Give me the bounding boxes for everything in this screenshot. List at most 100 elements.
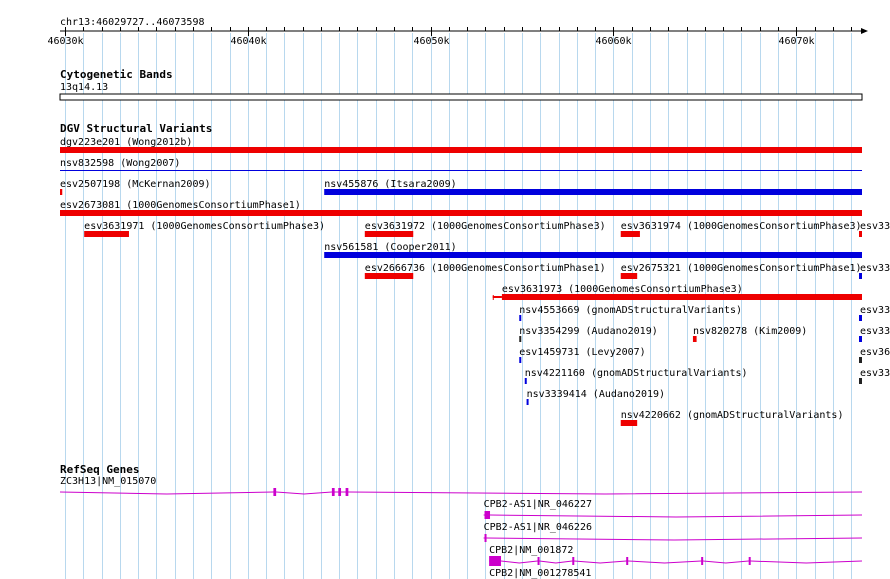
refseq-exon [484, 534, 487, 542]
dgv-feature[interactable]: esv3631973 (1000GenomesConsortiumPhase3) [492, 284, 862, 300]
dgv-feature-bar [501, 294, 862, 300]
dgv-feature-label: dgv223e201 (Wong2012b) [60, 137, 192, 148]
dgv-feature-label: esv33 [860, 368, 890, 379]
dgv-feature-bar [519, 357, 522, 363]
dgv-feature-label: esv33 [860, 326, 890, 337]
dgv-feature-bar [524, 378, 527, 384]
dgv-feature-bar [620, 420, 638, 426]
dgv-feature-bar [60, 210, 862, 216]
dgv-feature[interactable]: esv33 [859, 221, 890, 237]
region-label: chr13:46029727..46073598 [60, 17, 205, 28]
dgv-feature[interactable]: nsv455876 (Itsara2009) [324, 179, 863, 195]
dgv-feature-label: nsv4220662 (gnomADStructuralVariants) [621, 410, 844, 421]
dgv-feature-bar [519, 336, 522, 342]
dgv-feature-label: nsv832598 (Wong2007) [60, 158, 180, 169]
dgv-feature-bar [620, 231, 640, 237]
refseq-exon [572, 557, 575, 565]
dgv-feature-bar [859, 231, 862, 237]
dgv-feature[interactable]: esv3631971 (1000GenomesConsortiumPhase3) [84, 221, 325, 237]
cytoband-bar[interactable] [59, 93, 863, 101]
refseq-exon [338, 488, 342, 496]
dgv-feature-bar [84, 231, 129, 237]
dgv-feature[interactable]: nsv4221160 (gnomADStructuralVariants) [524, 368, 748, 384]
dgv-features: dgv223e201 (Wong2012b) nsv832598 (Wong200… [60, 137, 890, 426]
refseq-exon [345, 488, 349, 496]
dgv-feature-label: nsv561581 (Cooper2011) [324, 242, 456, 253]
refseq-gene[interactable]: CPB2|NM_001872 [489, 545, 863, 566]
dgv-feature[interactable]: nsv561581 (Cooper2011) [324, 242, 863, 258]
dgv-feature-label: esv2673081 (1000GenomesConsortiumPhase1) [60, 200, 301, 211]
refseq-intron-line [489, 560, 863, 564]
dgv-feature-bar [859, 378, 862, 384]
ruler-tick-label: 46030k [47, 36, 83, 47]
dgv-feature[interactable]: nsv4553669 (gnomADStructuralVariants) [519, 305, 742, 321]
dgv-feature[interactable]: esv36 [859, 347, 890, 363]
dgv-feature[interactable]: esv33 [859, 305, 890, 321]
dgv-feature[interactable]: nsv820278 (Kim2009) [692, 326, 807, 342]
refseq-exon [701, 557, 704, 565]
refseq-track-title: RefSeq Genes [60, 463, 139, 476]
cytoband-track-title: Cytogenetic Bands [60, 68, 173, 81]
dgv-feature-label: esv1459731 (Levy2007) [519, 347, 645, 358]
dgv-feature-bar [859, 315, 862, 321]
refseq-gene-label: CPB2-AS1|NR_046227 [484, 499, 592, 510]
dgv-feature-label: nsv820278 (Kim2009) [693, 326, 807, 337]
dgv-track-title: DGV Structural Variants [60, 122, 212, 135]
dgv-feature-bar [620, 273, 638, 279]
dgv-feature-label: nsv3339414 (Audano2019) [527, 389, 665, 400]
refseq-gene-label: ZC3H13|NM_015070 [60, 476, 156, 487]
dgv-feature[interactable]: esv33 [859, 368, 890, 384]
ruler-arrow-right-icon [861, 28, 868, 34]
ruler-tick-label: 46070k [778, 36, 814, 47]
refseq-gene-label: CPB2|NM_001872 [489, 545, 573, 556]
dgv-feature-bar [526, 399, 529, 405]
dgv-feature-bar [519, 315, 522, 321]
dgv-feature-cap [492, 295, 494, 300]
refseq-exon [273, 488, 277, 496]
ruler-track: chr13:46029727..46073598 46030k 46040k 460… [47, 17, 868, 47]
refseq-gene[interactable]: CPB2-AS1|NR_046227 [483, 499, 863, 519]
refseq-exon [626, 557, 629, 565]
ruler-tick-label: 46060k [595, 36, 631, 47]
dgv-feature-label: esv3631971 (1000GenomesConsortiumPhase3) [84, 221, 325, 232]
dgv-feature[interactable]: esv33 [859, 263, 890, 279]
dgv-feature[interactable]: esv2507198 (McKernan2009) [60, 179, 211, 195]
dgv-feature-label: esv33 [860, 221, 890, 232]
ruler-tick-label: 46040k [230, 36, 266, 47]
dgv-feature-bar [859, 357, 862, 363]
dgv-feature-label: esv2666736 (1000GenomesConsortiumPhase1) [365, 263, 606, 274]
refseq-exon [484, 511, 491, 519]
dgv-feature[interactable]: esv33 [859, 326, 890, 342]
dgv-feature[interactable]: esv1459731 (Levy2007) [519, 347, 646, 363]
dgv-feature-label: esv3631972 (1000GenomesConsortiumPhase3) [365, 221, 606, 232]
refseq-gene[interactable]: CPB2-AS1|NR_046226 [483, 522, 863, 542]
dgv-feature-thin [492, 296, 502, 298]
dgv-feature-bar [364, 273, 414, 279]
dgv-feature-bar [324, 189, 863, 195]
dgv-feature-label: esv3631973 (1000GenomesConsortiumPhase3) [502, 284, 743, 295]
refseq-exon [537, 557, 540, 565]
dgv-feature-bar [364, 231, 414, 237]
dgv-feature-label: esv2507198 (McKernan2009) [60, 179, 211, 190]
refseq-gene[interactable]: CPB2|NM_001278541 [489, 568, 862, 579]
dgv-feature[interactable]: nsv4220662 (gnomADStructuralVariants) [620, 410, 844, 426]
refseq-gene-label: CPB2|NM_001278541 [489, 568, 591, 579]
refseq-exon [748, 557, 751, 565]
dgv-feature-label: nsv3354299 (Audano2019) [519, 326, 657, 337]
ruler-ticks: 46030k 46040k 46050k 46060k 46070k [47, 27, 852, 47]
dgv-feature-label: nsv455876 (Itsara2009) [324, 179, 456, 190]
dgv-feature-line [60, 170, 862, 171]
dgv-feature-bar [60, 189, 63, 195]
dgv-feature-label: esv33 [860, 305, 890, 316]
dgv-feature-label: nsv4221160 (gnomADStructuralVariants) [525, 368, 748, 379]
cytoband-label: 13q14.13 [60, 82, 108, 93]
dgv-track: DGV Structural Variants dgv223e201 (Wong… [60, 122, 890, 426]
genome-browser-view: chr13:46029727..46073598 46030k 46040k 460… [47, 17, 890, 579]
dgv-feature-label: nsv4553669 (gnomADStructuralVariants) [519, 305, 742, 316]
dgv-feature-label: esv3631974 (1000GenomesConsortiumPhase3) [621, 221, 862, 232]
refseq-exon [489, 556, 501, 566]
refseq-gene-label: CPB2-AS1|NR_046226 [484, 522, 592, 533]
dgv-feature-label: esv36 [860, 347, 890, 358]
dgv-feature-label: esv33 [860, 263, 890, 274]
dgv-feature-bar [60, 147, 862, 153]
